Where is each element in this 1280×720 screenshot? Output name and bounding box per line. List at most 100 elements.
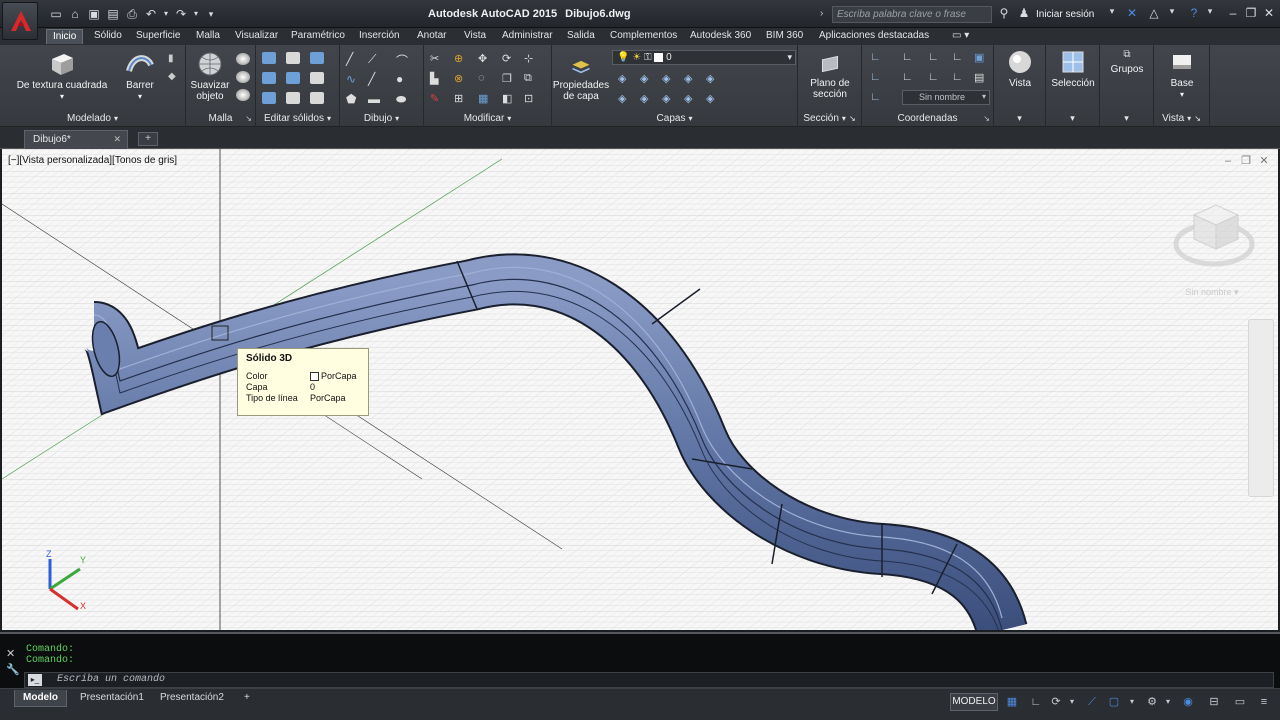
ucs-x-icon[interactable]: ∟ xyxy=(928,51,942,63)
union-icon[interactable] xyxy=(262,52,276,64)
grid-display-icon[interactable]: ▦ xyxy=(1004,695,1020,709)
layer-isolate-icon[interactable]: ◈ xyxy=(640,72,654,85)
tab-autodesk-360[interactable]: Autodesk 360 xyxy=(684,29,757,44)
mirror-icon[interactable]: ⧉ xyxy=(524,72,538,84)
osnap-dropdown-icon[interactable]: ▾ xyxy=(1124,695,1140,709)
line3d-icon[interactable]: ╱ xyxy=(368,72,382,86)
sweep-button[interactable]: Barrer ▾ xyxy=(118,51,162,102)
stretch-icon[interactable]: ▙ xyxy=(430,72,444,85)
undo-dropdown-icon[interactable]: ▾ xyxy=(162,6,170,22)
print-icon[interactable]: ⎙ xyxy=(124,6,140,22)
a360-dropdown-icon[interactable]: ▾ xyxy=(1164,6,1180,17)
copy-icon[interactable]: ❐ xyxy=(502,72,516,85)
refine-mesh-icon[interactable] xyxy=(236,89,250,101)
separate-icon[interactable] xyxy=(310,92,324,104)
layer-unlock-all-icon[interactable]: ◈ xyxy=(684,92,698,105)
presspull-icon[interactable]: ◆ xyxy=(168,71,182,83)
isodraft-icon[interactable]: ⟋ xyxy=(1084,695,1100,709)
viewcube-ucs-dropdown[interactable]: Sin nombre ▾ xyxy=(1180,287,1244,299)
clean-screen-icon[interactable]: ▭ xyxy=(1232,695,1248,709)
isolate-objects-icon[interactable]: ◉ xyxy=(1180,695,1196,709)
open-icon[interactable]: ⌂ xyxy=(67,6,83,22)
redo-dropdown-icon[interactable]: ▾ xyxy=(192,6,200,22)
tab-salida[interactable]: Salida xyxy=(561,29,601,44)
trim-icon[interactable]: ⊹ xyxy=(524,52,538,65)
redo-icon[interactable]: ↷ xyxy=(173,6,189,22)
viewport-controls-label[interactable]: [−][Vista personalizada][Tonos de gris] xyxy=(8,155,177,166)
binoculars-icon[interactable]: ⚲ xyxy=(996,6,1012,20)
seleccion-expand-icon[interactable]: ▾ xyxy=(1046,113,1099,124)
layer-on-all-icon[interactable]: ◈ xyxy=(618,92,632,105)
extract-edges-icon[interactable] xyxy=(310,52,324,64)
extrude-icon[interactable]: ▮ xyxy=(168,53,182,65)
tab-insercion[interactable]: Inserción xyxy=(353,29,406,44)
panel-seccion-label[interactable]: Sección ▾ ↘ xyxy=(798,113,861,124)
smooth-object-button[interactable]: Suavizar objeto xyxy=(188,51,232,102)
line-icon[interactable]: ╱ xyxy=(346,52,360,66)
signin-dropdown-icon[interactable]: ▾ xyxy=(1104,6,1120,17)
layout-tab-modelo[interactable]: Modelo xyxy=(14,690,67,707)
new-icon[interactable]: ▭ xyxy=(48,6,64,22)
viewport-restore-icon[interactable]: ❐ xyxy=(1240,155,1252,167)
scale-icon[interactable]: ◧ xyxy=(502,92,516,105)
command-prompt-icon[interactable]: ▸_ xyxy=(28,674,42,686)
smooth-more-icon[interactable] xyxy=(236,53,250,65)
intersect-icon[interactable] xyxy=(262,92,276,104)
interfere-icon[interactable] xyxy=(286,72,300,84)
panel-dibujo-label[interactable]: Dibujo ▾ xyxy=(340,113,423,124)
extrude-faces-icon[interactable] xyxy=(310,72,324,84)
application-menu-button[interactable] xyxy=(2,2,38,40)
array-icon[interactable]: ▦ xyxy=(478,92,492,105)
tab-visualizar[interactable]: Visualizar xyxy=(229,29,284,44)
ribbon-options-icon[interactable]: ▭ ▾ xyxy=(946,29,975,44)
ucs-view-icon[interactable]: ▤ xyxy=(974,71,988,84)
layer-match-icon[interactable]: ◈ xyxy=(706,72,720,85)
thicken-icon[interactable] xyxy=(286,92,300,104)
ucs-world-icon[interactable]: ∟ xyxy=(902,51,916,63)
layer-lock-icon[interactable]: ◈ xyxy=(684,72,698,85)
customization-menu-icon[interactable]: ≡ xyxy=(1256,695,1272,709)
ucs-z-icon[interactable]: ∟ xyxy=(928,71,942,83)
seleccion-button[interactable]: Selección xyxy=(1048,49,1098,89)
customize-qat-icon[interactable]: ▾ xyxy=(203,6,219,22)
panel-modificar-label[interactable]: Modificar ▾ xyxy=(424,113,551,124)
align-icon[interactable]: ⊗ xyxy=(454,72,468,85)
restore-button[interactable]: ❐ xyxy=(1242,6,1260,20)
tab-parametrico[interactable]: Paramétrico xyxy=(285,29,351,44)
malla-launcher-icon[interactable]: ↘ xyxy=(245,114,252,123)
panel-vista-label[interactable]: Vista ▾ ↘ xyxy=(1154,113,1209,124)
undo-icon[interactable]: ↶ xyxy=(143,6,159,22)
ucs-named-icon[interactable]: ∟ xyxy=(870,91,884,103)
drawing-viewport[interactable]: Z Y X [−][Vista personalizada][Tonos de … xyxy=(2,149,1278,630)
panel-coordenadas-label[interactable]: Coordenadas xyxy=(862,113,993,124)
tab-inicio[interactable]: Inicio xyxy=(46,29,84,44)
layout-tab-presentacion2[interactable]: Presentación2 xyxy=(152,690,232,707)
smooth-less-icon[interactable] xyxy=(236,71,250,83)
rectangle-icon[interactable]: ▬ xyxy=(368,92,382,106)
erase-icon[interactable]: ✎ xyxy=(430,92,444,105)
box-button[interactable]: De textura cuadrada ▾ xyxy=(12,51,112,102)
layer-previous-icon[interactable]: ◈ xyxy=(706,92,720,105)
help-dropdown-icon[interactable]: ▾ xyxy=(1202,6,1218,17)
vista-button[interactable]: Vista xyxy=(996,49,1044,89)
snap-mode-icon[interactable]: ∟ xyxy=(1028,695,1044,709)
model-space-button[interactable]: MODELO xyxy=(950,693,998,711)
user-icon[interactable]: ♟ xyxy=(1016,6,1032,20)
tab-vista[interactable]: Vista xyxy=(458,29,492,44)
rotate3d-icon[interactable]: ◌ xyxy=(478,72,492,84)
ucs-icon[interactable]: ∟ xyxy=(870,51,884,63)
explode-icon[interactable]: ⊡ xyxy=(524,92,538,105)
grupos-button[interactable]: ⧉ Grupos xyxy=(1102,49,1152,75)
polyline-icon[interactable]: ⟋ xyxy=(368,52,382,66)
tab-solido[interactable]: Sólido xyxy=(88,29,128,44)
rotate-icon[interactable]: ⟳ xyxy=(502,52,516,65)
layout-tab-presentacion1[interactable]: Presentación1 xyxy=(72,690,152,707)
polar-dropdown-icon[interactable]: ▾ xyxy=(1064,695,1080,709)
offset-icon[interactable]: ⊞ xyxy=(454,92,468,105)
close-button[interactable]: ✕ xyxy=(1260,6,1278,20)
search-input[interactable]: Escriba palabra clave o frase xyxy=(832,6,992,23)
ucs-y-icon[interactable]: ∟ xyxy=(952,51,966,63)
polygon-icon[interactable]: ⬟ xyxy=(346,92,360,106)
exchange-icon[interactable]: ✕ xyxy=(1124,6,1140,20)
panel-capas-label[interactable]: Capas ▾ xyxy=(552,113,797,124)
